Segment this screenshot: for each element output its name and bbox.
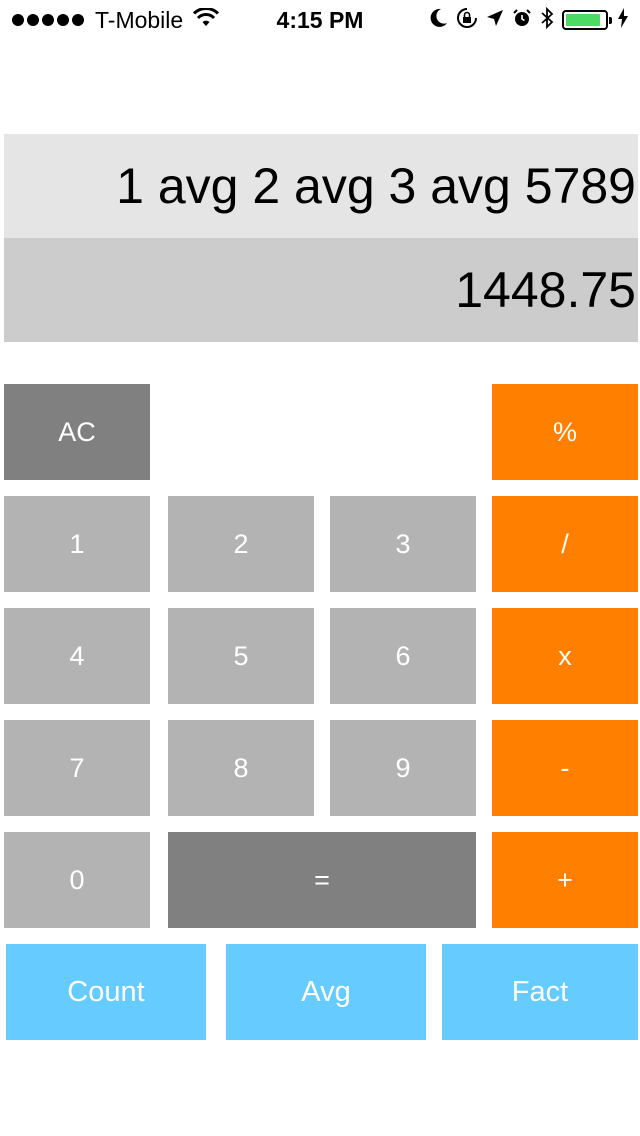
divide-button[interactable]: / [492, 496, 638, 592]
orientation-lock-icon [456, 7, 478, 34]
status-right [422, 6, 628, 34]
digit-4-button[interactable]: 4 [4, 608, 150, 704]
digit-3-button[interactable]: 3 [330, 496, 476, 592]
digit-8-button[interactable]: 8 [168, 720, 314, 816]
subtract-button[interactable]: - [492, 720, 638, 816]
digit-9-button[interactable]: 9 [330, 720, 476, 816]
digit-2-button[interactable]: 2 [168, 496, 314, 592]
percent-button[interactable]: % [492, 384, 638, 480]
result-display: 1448.75 [4, 238, 638, 342]
charging-bolt-icon [618, 7, 628, 33]
moon-icon [430, 8, 448, 33]
location-arrow-icon [486, 9, 504, 32]
clear-button[interactable]: AC [4, 384, 150, 480]
digit-0-button[interactable]: 0 [4, 832, 150, 928]
digit-5-button[interactable]: 5 [168, 608, 314, 704]
digit-6-button[interactable]: 6 [330, 608, 476, 704]
status-bar: T-Mobile 4:15 PM [0, 0, 640, 40]
expression-display: 1 avg 2 avg 3 avg 5789 [4, 134, 638, 238]
digit-1-button[interactable]: 1 [4, 496, 150, 592]
bluetooth-icon [540, 6, 554, 34]
add-button[interactable]: + [492, 832, 638, 928]
multiply-button[interactable]: x [492, 608, 638, 704]
alarm-icon [512, 8, 532, 33]
count-button[interactable]: Count [6, 944, 206, 1040]
digit-7-button[interactable]: 7 [4, 720, 150, 816]
battery-fill [566, 14, 600, 26]
battery-icon [562, 10, 612, 30]
avg-button[interactable]: Avg [226, 944, 426, 1040]
equals-button[interactable]: = [168, 832, 476, 928]
fact-button[interactable]: Fact [442, 944, 638, 1040]
